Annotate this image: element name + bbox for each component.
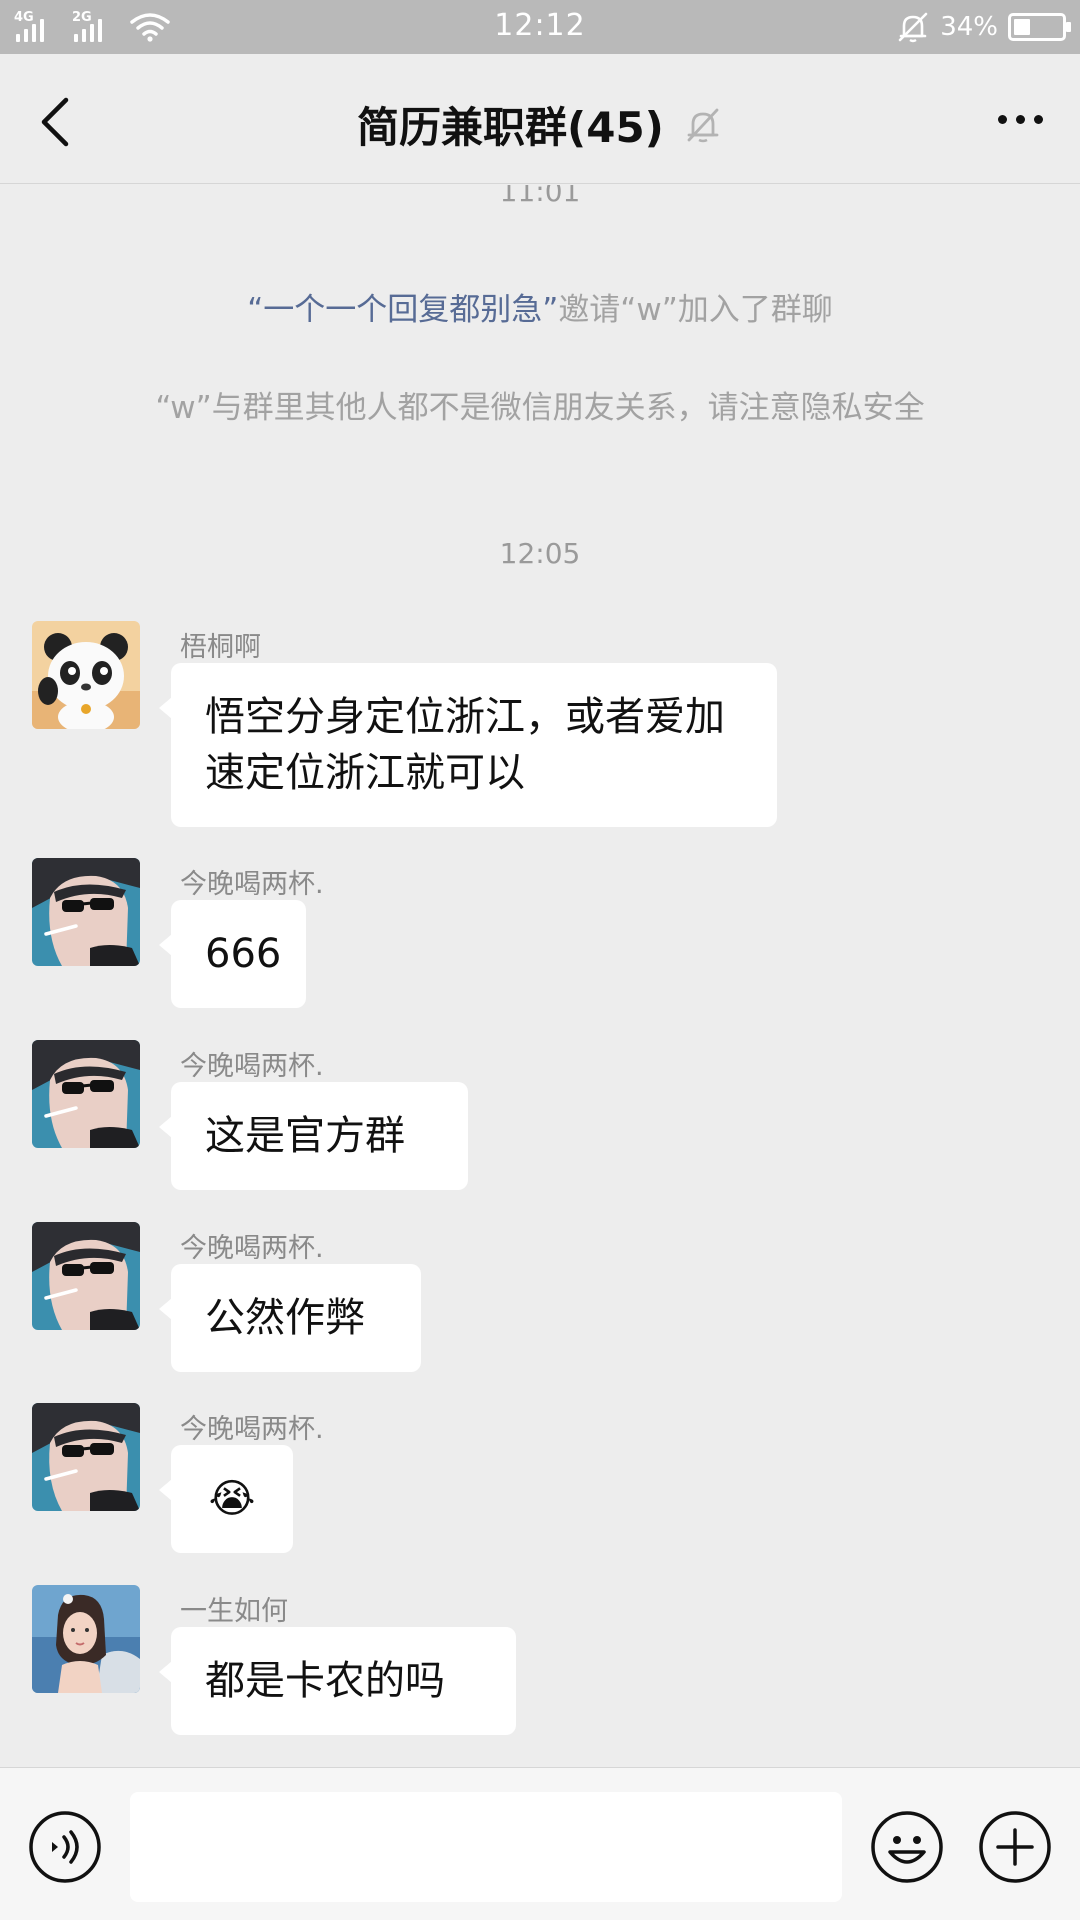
message-bubble[interactable]: 都是卡农的吗 [159, 1627, 516, 1735]
sunglasses-avatar[interactable] [32, 1222, 140, 1330]
chat-title: 简历兼职群(45) [357, 103, 664, 152]
sender-name: 一生如何 [180, 1596, 288, 1627]
message-input[interactable] [130, 1792, 842, 1902]
status-right: 34% [896, 10, 1071, 44]
emoji-message-bubble[interactable]: 😭 [159, 1445, 293, 1553]
girl-avatar[interactable] [32, 1585, 140, 1693]
inviter-name-link[interactable]: “一个一个回复都别急” [247, 292, 558, 328]
message-bubble[interactable]: 666 [159, 900, 306, 1008]
timestamp-label: 12:05 [499, 537, 581, 570]
timestamp-label: 11:01 [499, 185, 581, 208]
system-invite-text: 邀请“w”加入了群聊 [558, 292, 833, 328]
more-functions-button[interactable] [978, 1810, 1052, 1884]
more-options-button[interactable] [990, 104, 1050, 134]
dot-icon [997, 114, 1007, 124]
battery-icon [1008, 13, 1071, 41]
battery-fill [1014, 19, 1030, 35]
sender-name: 今晚喝两杯. [180, 1051, 324, 1082]
system-privacy-message: “w”与群里其他人都不是微信朋友关系，请注意隐私安全 [155, 390, 925, 426]
dot-icon [1033, 114, 1043, 124]
status-bar: 4G 2G 12:12 34% [0, 0, 1080, 54]
sunglasses-avatar[interactable] [32, 1403, 140, 1511]
sender-name: 今晚喝两杯. [180, 869, 324, 900]
chat-header: 简历兼职群(45) [0, 54, 1080, 184]
input-bar [0, 1767, 1080, 1920]
sender-name: 梧桐啊 [180, 632, 261, 663]
dot-icon [1015, 114, 1025, 124]
system-invite-message: “一个一个回复都别急”邀请“w”加入了群聊 [90, 287, 990, 333]
message-bubble[interactable]: 悟空分身定位浙江，或者爱加速定位浙江就可以 [159, 663, 777, 827]
message-bubble[interactable]: 这是官方群 [159, 1082, 468, 1190]
sender-name: 今晚喝两杯. [180, 1233, 324, 1264]
voice-input-button[interactable] [28, 1810, 102, 1884]
mute-bell-icon [898, 12, 928, 43]
mute-bell-icon [687, 108, 719, 142]
sender-name: 今晚喝两杯. [180, 1414, 324, 1445]
sunglasses-avatar[interactable] [32, 1040, 140, 1148]
emoji-button[interactable] [870, 1810, 944, 1884]
message-bubble[interactable]: 公然作弊 [159, 1264, 421, 1372]
sunglasses-avatar[interactable] [32, 858, 140, 966]
message-list[interactable]: 11:01 “一个一个回复都别急”邀请“w”加入了群聊 “w”与群里其他人都不是… [0, 185, 1080, 1767]
title-wrap: 简历兼职群(45) [0, 94, 1080, 155]
battery-percent: 34% [940, 12, 998, 42]
panda-avatar[interactable] [32, 621, 140, 729]
